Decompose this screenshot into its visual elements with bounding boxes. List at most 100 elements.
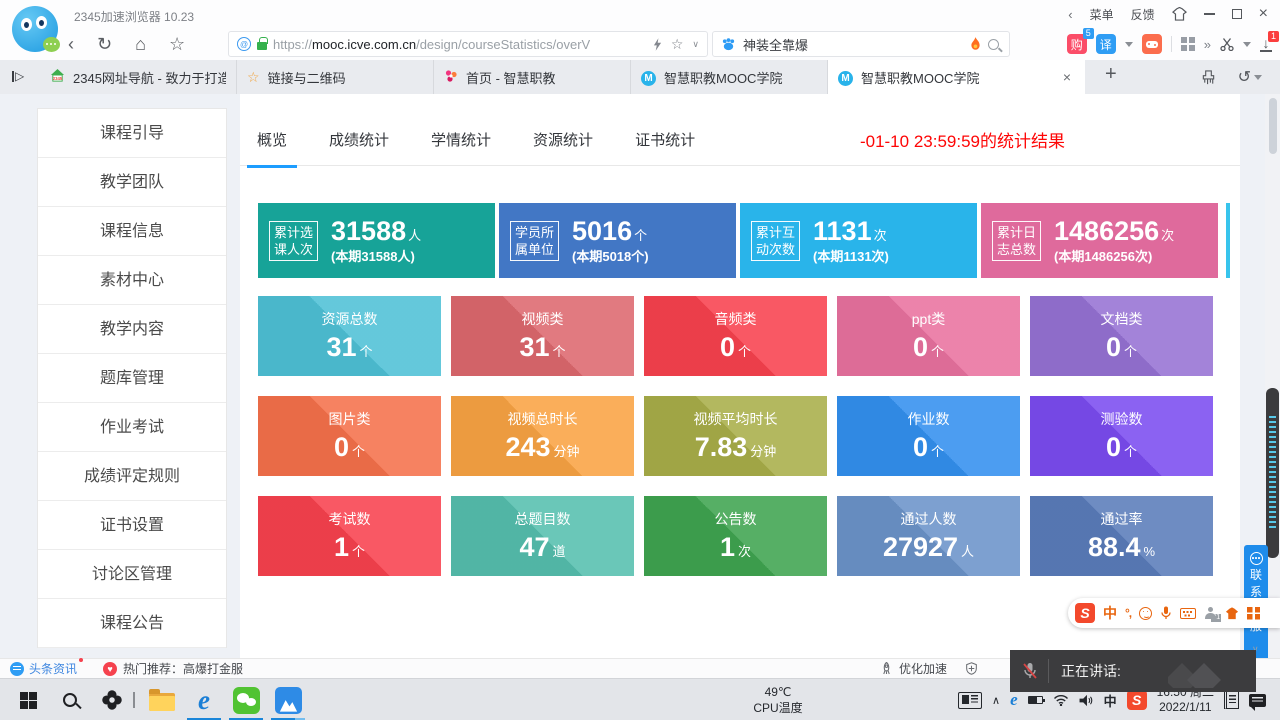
- url-text[interactable]: https://mooc.icve.com.cn/design/courseSt…: [273, 37, 647, 52]
- dropdown-chevron-icon[interactable]: ∨: [692, 39, 699, 50]
- flame-icon: [970, 37, 981, 51]
- browser-tab[interactable]: ☆链接与二维码: [237, 60, 434, 94]
- translate-dropdown-icon[interactable]: [1125, 42, 1133, 47]
- statistics-tab[interactable]: 概览: [257, 129, 287, 150]
- paw-icon: [721, 37, 736, 51]
- input-language-indicator[interactable]: 中: [1104, 691, 1117, 710]
- clean-shield-icon[interactable]: [965, 662, 978, 675]
- search-box[interactable]: 神装全靠爆: [712, 31, 1010, 57]
- svg-text:2345: 2345: [53, 76, 63, 81]
- volume-icon[interactable]: [1079, 694, 1094, 707]
- quick-boost-icon[interactable]: [653, 38, 662, 51]
- sidebar-item[interactable]: 教学团队: [38, 158, 226, 207]
- wechat-button[interactable]: [226, 679, 266, 720]
- side-scroll-handle[interactable]: [1266, 388, 1279, 558]
- collapse-menu-icon[interactable]: ‹: [1068, 7, 1072, 22]
- home-icon[interactable]: ⌂: [135, 35, 146, 53]
- ime-punctuation-toggle[interactable]: °,: [1125, 606, 1131, 620]
- news-feed-link[interactable]: 头条资讯: [29, 660, 77, 677]
- search-icon[interactable]: [988, 39, 999, 50]
- sidebar-item[interactable]: 课程公告: [38, 599, 226, 648]
- overlay-divider: [1048, 659, 1049, 683]
- battery-icon[interactable]: [1028, 696, 1043, 704]
- action-center-icon[interactable]: [1249, 694, 1266, 707]
- sidebar-item[interactable]: 教学内容: [38, 305, 226, 354]
- card-value: 5016: [572, 217, 632, 245]
- ime-chinese-mode[interactable]: 中: [1103, 603, 1117, 623]
- card-category-tag: 学员所属单位: [510, 221, 559, 261]
- reopen-closed-tab-icon[interactable]: ↺: [1238, 67, 1251, 87]
- back-icon[interactable]: ‹: [68, 35, 74, 53]
- page-scrollbar-thumb[interactable]: [1269, 98, 1277, 154]
- shopping-button[interactable]: 购5: [1067, 34, 1087, 54]
- sidebar-item[interactable]: 成绩评定规则: [38, 452, 226, 501]
- more-tools-icon[interactable]: »: [1204, 37, 1211, 52]
- sogou-logo-icon[interactable]: S: [1075, 603, 1095, 623]
- mooc-app-button[interactable]: [268, 679, 308, 720]
- statistics-tab[interactable]: 资源统计: [533, 129, 593, 150]
- ime-menu-grid-icon[interactable]: [1247, 607, 1260, 620]
- tray-sogou-icon[interactable]: S: [1127, 690, 1147, 710]
- emoji-icon[interactable]: [1139, 607, 1152, 620]
- news-feed-icon[interactable]: [10, 662, 24, 676]
- browser-tab[interactable]: 23452345网址导航 - 致力于打造百: [40, 60, 237, 94]
- screenshot-dropdown-icon[interactable]: [1243, 42, 1251, 47]
- browser-2345-logo-icon[interactable]: [12, 6, 58, 52]
- search-hotword[interactable]: 神装全靠爆: [743, 35, 963, 54]
- feedback-button[interactable]: 反馈: [1131, 6, 1155, 23]
- game-center-button[interactable]: [1142, 34, 1162, 54]
- ime-skin-icon[interactable]: [1225, 607, 1239, 620]
- browser-tab[interactable]: M智慧职教MOOC学院×: [828, 60, 1085, 94]
- wifi-icon[interactable]: [1053, 694, 1069, 706]
- toolbar-separator: [1171, 36, 1172, 52]
- tab-list-toggle-icon[interactable]: ▷: [12, 69, 24, 83]
- tile-label: 文档类: [1030, 309, 1213, 329]
- statistics-tab[interactable]: 学情统计: [431, 129, 491, 150]
- statistics-tab[interactable]: 成绩统计: [329, 129, 389, 150]
- journal-icon[interactable]: [1224, 691, 1239, 709]
- news-widget-icon[interactable]: [958, 692, 982, 709]
- maximize-button[interactable]: [1232, 9, 1242, 19]
- sidebar-item[interactable]: 讨论区管理: [38, 550, 226, 599]
- refresh-icon[interactable]: ↻: [97, 35, 112, 53]
- menu-button[interactable]: 菜单: [1090, 6, 1114, 23]
- address-bar[interactable]: @ https://mooc.icve.com.cn/design/course…: [228, 31, 708, 57]
- hot-recommend-link[interactable]: 热门推荐：高爆打金服: [123, 660, 243, 677]
- browser-tab[interactable]: M智慧职教MOOC学院: [631, 60, 828, 94]
- favorite-star-icon[interactable]: ☆: [671, 36, 684, 53]
- boost-link[interactable]: 优化加速: [899, 660, 947, 677]
- sidebar-item[interactable]: 题库管理: [38, 354, 226, 403]
- close-window-button[interactable]: ×: [1259, 9, 1268, 19]
- close-tab-icon[interactable]: ×: [1059, 69, 1075, 85]
- site-safety-icon[interactable]: @: [237, 37, 251, 51]
- browser-tab[interactable]: 首页 - 智慧职教: [434, 60, 631, 94]
- tray-ie-icon[interactable]: e: [1010, 690, 1018, 710]
- sidebar-item[interactable]: 课程引导: [38, 109, 226, 158]
- stat-tile: 通过率88.4%: [1030, 496, 1213, 576]
- translate-button[interactable]: 译: [1096, 34, 1116, 54]
- bookmark-star-icon[interactable]: ☆: [169, 35, 185, 53]
- reopen-dropdown-icon[interactable]: [1254, 75, 1262, 80]
- clean-brush-icon[interactable]: [1201, 70, 1216, 85]
- download-manager-button[interactable]: ↓1: [1260, 37, 1272, 52]
- taskbar-search-button[interactable]: [50, 679, 90, 720]
- sidebar-item[interactable]: 作业考试: [38, 403, 226, 452]
- pinned-app-pinwheel[interactable]: [92, 679, 132, 720]
- apps-grid-icon[interactable]: [1181, 37, 1195, 51]
- internet-explorer-button[interactable]: e: [184, 679, 224, 720]
- minimize-button[interactable]: [1204, 13, 1215, 15]
- statistics-tab[interactable]: 证书统计: [635, 129, 695, 150]
- sidebar-item[interactable]: 素材中心: [38, 256, 226, 305]
- ime-account-icon[interactable]: 21: [1204, 607, 1217, 620]
- start-button[interactable]: [8, 679, 48, 720]
- sidebar-item[interactable]: 课程信息: [38, 207, 226, 256]
- skin-theme-icon[interactable]: [1172, 7, 1187, 21]
- hidden-icons-chevron[interactable]: ∧: [992, 694, 1000, 707]
- voice-input-icon[interactable]: [1160, 606, 1172, 620]
- hot-recommend-icon[interactable]: ♥: [103, 662, 117, 676]
- new-tab-button[interactable]: +: [1105, 63, 1117, 86]
- file-explorer-button[interactable]: [142, 679, 182, 720]
- sidebar-item[interactable]: 证书设置: [38, 501, 226, 550]
- virtual-keyboard-icon[interactable]: [1180, 608, 1196, 619]
- screenshot-scissors-icon[interactable]: [1220, 38, 1234, 51]
